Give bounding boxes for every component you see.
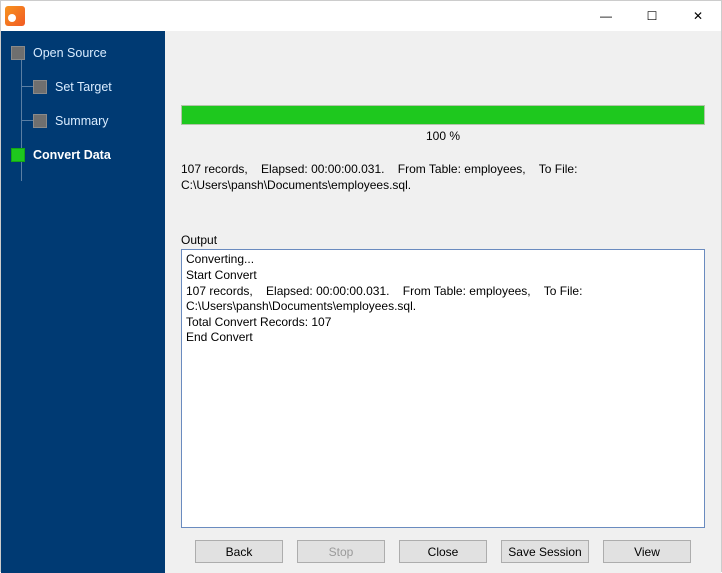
step-status-icon <box>11 46 25 60</box>
output-label: Output <box>181 233 705 247</box>
view-button[interactable]: View <box>603 540 691 563</box>
stop-button: Stop <box>297 540 385 563</box>
button-row: Back Stop Close Save Session View <box>181 540 705 563</box>
sidebar-item-open-source[interactable]: Open Source <box>11 39 165 67</box>
close-button[interactable]: Close <box>399 540 487 563</box>
minimize-button[interactable]: — <box>583 1 629 31</box>
progress-percent-label: 100 % <box>181 129 705 143</box>
wizard-sidebar: Open Source Set Target Summary Convert D… <box>1 31 165 573</box>
save-session-button[interactable]: Save Session <box>501 540 589 563</box>
step-status-icon <box>11 148 25 162</box>
sidebar-item-label: Set Target <box>55 80 112 94</box>
sidebar-item-set-target[interactable]: Set Target <box>33 73 165 101</box>
progress-bar <box>181 105 705 125</box>
progress-fill <box>182 106 704 124</box>
main-panel: 100 % 107 records, Elapsed: 00:00:00.031… <box>165 31 721 573</box>
sidebar-item-convert-data[interactable]: Convert Data <box>11 141 165 169</box>
sidebar-item-label: Summary <box>55 114 108 128</box>
sidebar-item-summary[interactable]: Summary <box>33 107 165 135</box>
sidebar-item-label: Open Source <box>33 46 107 60</box>
sidebar-item-label: Convert Data <box>33 148 111 162</box>
maximize-button[interactable]: ☐ <box>629 1 675 31</box>
close-window-button[interactable]: ✕ <box>675 1 721 31</box>
step-status-icon <box>33 80 47 94</box>
back-button[interactable]: Back <box>195 540 283 563</box>
output-textarea[interactable] <box>181 249 705 528</box>
app-icon <box>5 6 25 26</box>
titlebar: — ☐ ✕ <box>1 1 721 31</box>
status-summary-text: 107 records, Elapsed: 00:00:00.031. From… <box>181 161 705 193</box>
progress-section: 100 % <box>181 105 705 143</box>
step-status-icon <box>33 114 47 128</box>
window-controls: — ☐ ✕ <box>583 1 721 31</box>
